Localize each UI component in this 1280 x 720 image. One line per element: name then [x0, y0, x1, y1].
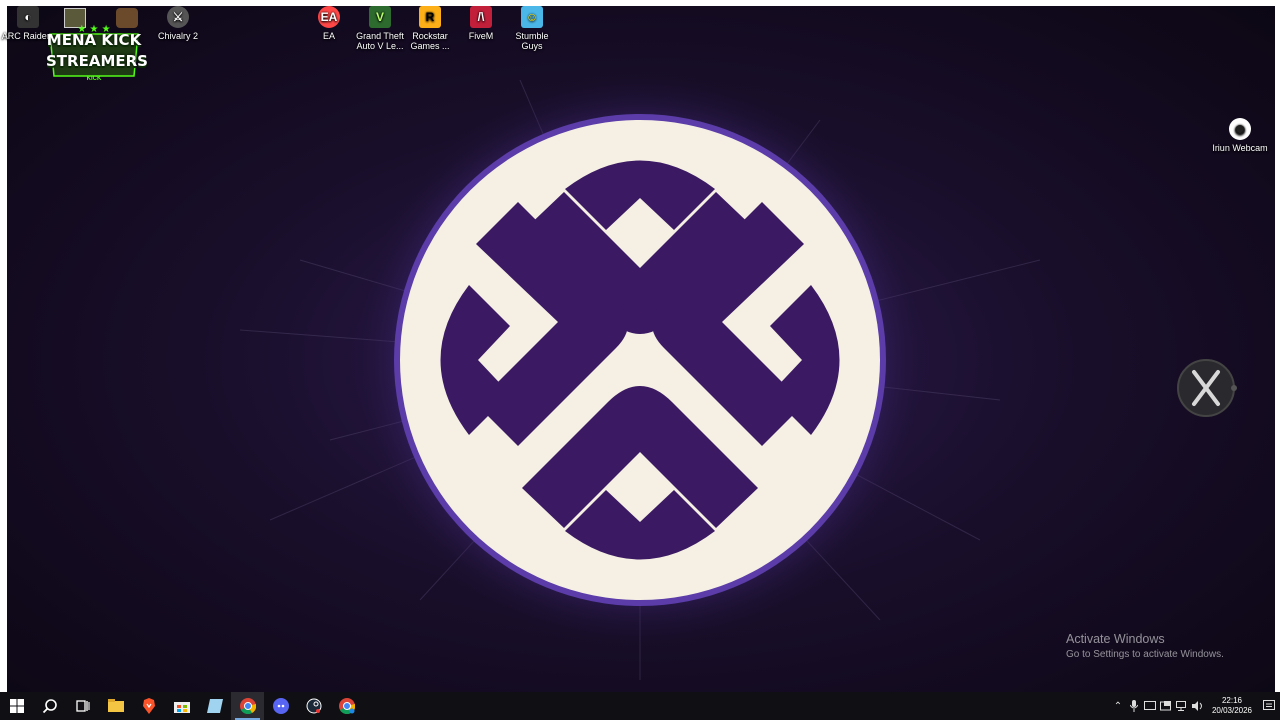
- gta-v-icon: V: [369, 6, 391, 28]
- taskbar-chrome[interactable]: [231, 692, 264, 720]
- badge-line2: STREAMERS: [46, 52, 148, 70]
- frame-edge-left: [0, 0, 7, 692]
- desktop-icon-ea[interactable]: EA EA: [301, 6, 357, 41]
- chrome-profile-icon: [338, 698, 355, 714]
- chrome-icon: [239, 698, 256, 714]
- window-icon[interactable]: [1158, 692, 1174, 720]
- clock-time: 22:16: [1221, 696, 1243, 705]
- store-icon: [173, 702, 190, 713]
- discord-icon: [272, 698, 289, 714]
- clock[interactable]: 22:16 20/03/2026: [1206, 696, 1258, 716]
- icon-label: Grand Theft Auto V Le...: [356, 31, 404, 51]
- desktop-icon-rockstar[interactable]: R Rockstar Games ...: [402, 6, 458, 51]
- taskbar: ⌃ 22:16 20/03/2026: [0, 692, 1280, 720]
- watermark-title: Activate Windows: [1066, 632, 1165, 646]
- desktop-icon-iriun[interactable]: ◉ Iriun Webcam: [1212, 118, 1268, 153]
- network-icon[interactable]: [1174, 692, 1190, 720]
- display-icon[interactable]: [1142, 692, 1158, 720]
- search-button[interactable]: [33, 692, 66, 720]
- desktop-icon-stumble[interactable]: ☺ Stumble Guys: [504, 6, 560, 51]
- fivem-icon: /\: [470, 6, 492, 28]
- iriun-webcam-icon: ◉: [1229, 118, 1251, 140]
- sticky-icon: [206, 699, 223, 713]
- stumble-guys-icon: ☺: [521, 6, 543, 28]
- system-tray: ⌃ 22:16 20/03/2026: [1110, 692, 1280, 720]
- taskbar-brave[interactable]: [132, 692, 165, 720]
- badge-sub: KICK: [86, 76, 102, 82]
- floating-x-widget-icon[interactable]: [1176, 358, 1240, 420]
- brave-icon: [142, 698, 155, 714]
- chivalry-icon: ⚔: [167, 6, 189, 28]
- icon-label: Iriun Webcam: [1212, 143, 1268, 153]
- icon-label: Stumble Guys: [515, 31, 549, 51]
- task-view-icon: [75, 700, 90, 712]
- taskbar-steam[interactable]: [297, 692, 330, 720]
- speaker-icon[interactable]: [1190, 692, 1206, 720]
- desktop-icon-chivalry[interactable]: ⚔ Chivalry 2: [150, 6, 206, 41]
- taskbar-file-explorer[interactable]: [99, 692, 132, 720]
- file-explorer-icon: [107, 699, 124, 712]
- notification-icon[interactable]: [1258, 692, 1280, 720]
- rockstar-icon: R: [419, 6, 441, 28]
- microphone-icon[interactable]: [1126, 692, 1142, 720]
- badge-line1: MENA KICK: [46, 31, 142, 49]
- chevron-up-icon[interactable]: ⌃: [1110, 692, 1126, 720]
- ea-icon: EA: [318, 6, 340, 28]
- watermark-subtitle: Go to Settings to activate Windows.: [1066, 649, 1224, 660]
- badge-text: MENA KICK STREAMERS: [46, 30, 148, 72]
- taskbar-discord[interactable]: [264, 692, 297, 720]
- start-button[interactable]: [0, 692, 33, 720]
- arc-raiders-icon: ◐: [17, 6, 39, 28]
- desktop-icon-gta[interactable]: V Grand Theft Auto V Le...: [352, 6, 408, 51]
- search-icon: [42, 699, 57, 714]
- start-icon: [9, 699, 24, 713]
- icon-label: Chivalry 2: [157, 31, 198, 41]
- icon-label: EA: [322, 31, 335, 41]
- taskbar-store[interactable]: [165, 692, 198, 720]
- activate-windows-watermark: Activate Windows Go to Settings to activ…: [1066, 632, 1224, 660]
- task-view-button[interactable]: [66, 692, 99, 720]
- taskbar-sticky[interactable]: [198, 692, 231, 720]
- steam-icon: [306, 698, 321, 714]
- desktop-icon-fivem[interactable]: /\ FiveM: [453, 6, 509, 41]
- wallpaper-logo: [394, 114, 886, 606]
- clock-date: 20/03/2026: [1211, 706, 1253, 715]
- icon-label: FiveM: [468, 31, 494, 41]
- desktop: ◐ ARC Raiders ⚔ Chivalry 2 EA EA V Grand…: [0, 0, 1280, 692]
- frame-edge-right: [1275, 0, 1280, 692]
- taskbar-chrome-profile[interactable]: [330, 692, 363, 720]
- icon-label: Rockstar Games ...: [410, 31, 450, 51]
